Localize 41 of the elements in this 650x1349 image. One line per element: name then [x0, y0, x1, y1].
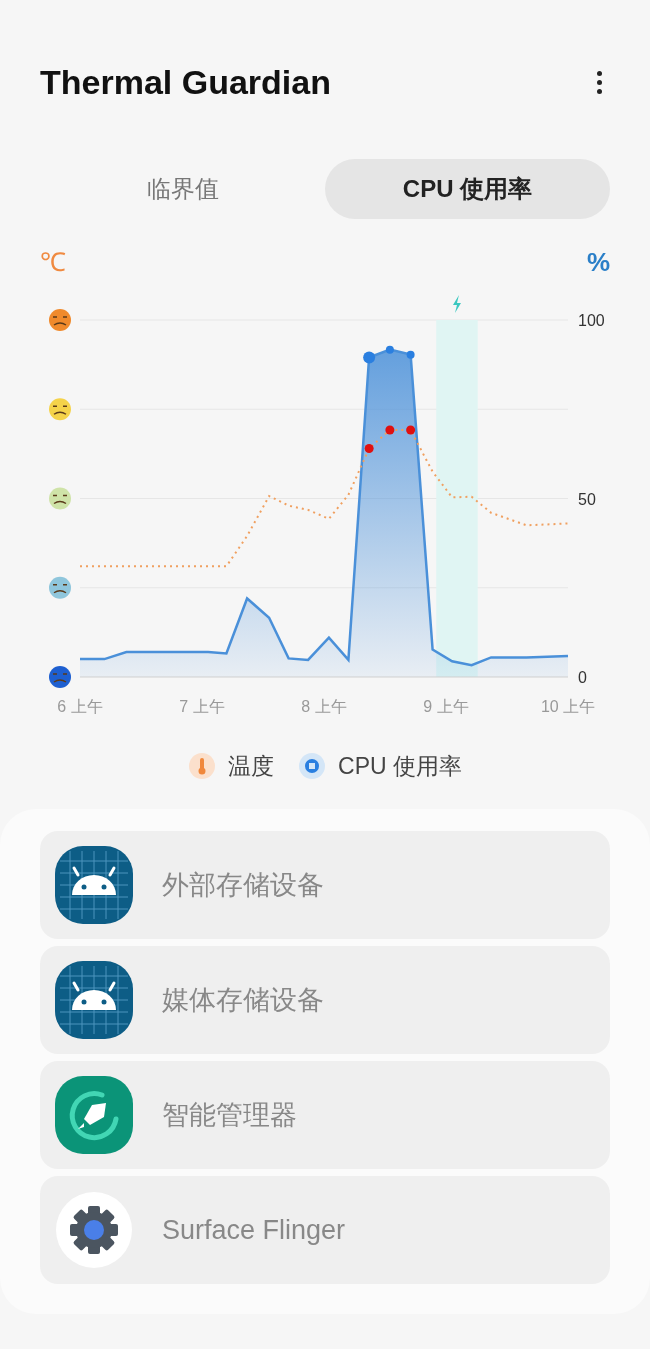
cpu-point: [385, 345, 394, 354]
emoji-icon: [49, 666, 71, 688]
app-list-item[interactable]: Surface Flinger: [40, 1176, 610, 1284]
axis-label: 9 上午: [423, 698, 469, 715]
app-name: 智能管理器: [162, 1098, 297, 1132]
tab[interactable]: CPU 使用率: [325, 159, 610, 219]
app-list-item[interactable]: 智能管理器: [40, 1061, 610, 1169]
legend-label: 温度: [228, 751, 274, 781]
app-name: Surface Flinger: [162, 1213, 346, 1247]
emoji-icon: [49, 487, 71, 510]
lightning-icon: [453, 295, 461, 313]
rocket-icon: [54, 1075, 134, 1155]
app-title: Thermal Guardian: [40, 61, 331, 103]
temperature-point: [364, 444, 374, 453]
chip-icon: [298, 752, 326, 780]
app-list-item[interactable]: 媒体存储设备: [40, 946, 610, 1054]
app-name: 媒体存储设备: [162, 983, 324, 1017]
axis-label: 6 上午: [57, 698, 103, 715]
emoji-icon: [49, 309, 71, 331]
android-icon: [54, 960, 134, 1040]
temperature-point: [406, 425, 416, 435]
temperature-point: [385, 425, 395, 435]
axis-label: 100: [578, 312, 605, 329]
axis-label: 10 上午: [540, 698, 596, 715]
unit-label: %: [586, 245, 610, 279]
legend-label: CPU 使用率: [338, 751, 462, 781]
emoji-icon: [49, 576, 71, 599]
thermometer-icon: [188, 752, 216, 780]
cpu-point: [363, 351, 376, 364]
settings-icon: [54, 1190, 134, 1270]
tab[interactable]: 临界值: [40, 159, 325, 219]
app-list-item[interactable]: 外部存储设备: [40, 831, 610, 939]
unit-label: ℃: [40, 245, 66, 279]
app-name: 外部存储设备: [162, 868, 324, 902]
emoji-icon: [49, 398, 71, 421]
axis-label: 0: [578, 669, 587, 686]
axis-label: 7 上午: [179, 698, 225, 715]
cpu-point: [406, 350, 415, 359]
axis-label: 50: [578, 490, 596, 508]
android-icon: [54, 845, 134, 925]
axis-label: 8 上午: [301, 698, 347, 715]
